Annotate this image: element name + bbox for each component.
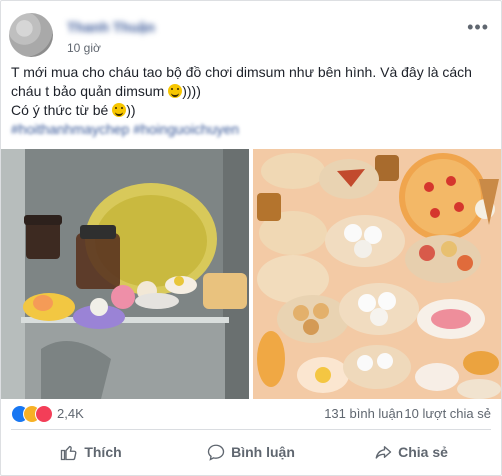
- fridge-illustration: [1, 149, 249, 399]
- post-hashtags[interactable]: #hoithanhmaychep #hoinguoichuyen: [11, 120, 491, 139]
- post-text-fragment: )))): [182, 83, 201, 99]
- post-text-line: Có ý thức từ bé )): [11, 101, 491, 120]
- smile-emoji-icon: [112, 103, 127, 117]
- author-avatar[interactable]: [9, 13, 53, 57]
- fridge-photo[interactable]: [1, 149, 249, 399]
- share-icon: [375, 446, 392, 459]
- more-options-icon[interactable]: •••: [467, 17, 489, 38]
- post-text: T mới mua cho cháu tao bộ đồ chơi dimsum…: [11, 63, 491, 139]
- dimsum-toys-illustration: [253, 149, 501, 399]
- share-button[interactable]: Chia sẻ: [331, 433, 491, 471]
- post-text-line: T mới mua cho cháu tao bộ đồ chơi dimsum…: [11, 64, 472, 80]
- post-time[interactable]: 10 giờ: [67, 41, 101, 55]
- post-text-fragment: Có ý thức từ bé: [11, 102, 109, 118]
- smile-emoji-icon: [168, 84, 183, 98]
- post-actions: Thích Bình luận Chia sẻ: [11, 433, 491, 471]
- post-text-fragment: )): [126, 102, 136, 118]
- share-button-label: Chia sẻ: [398, 444, 448, 460]
- author-name[interactable]: Thanh Thuận: [67, 19, 155, 35]
- post-text-line: cháu t bảo quản dimsum )))): [11, 82, 491, 101]
- comment-button-label: Bình luận: [231, 444, 295, 460]
- like-button[interactable]: Thích: [11, 433, 171, 471]
- share-count[interactable]: 10 lượt chia sẻ: [404, 406, 491, 421]
- thumbs-up-icon: [61, 445, 77, 461]
- post-text-fragment: cháu t bảo quản dimsum: [11, 83, 165, 99]
- love-reaction-icon[interactable]: [35, 405, 53, 423]
- post-stats: 2,4K 131 bình luận 10 lượt chia sẻ: [11, 403, 491, 425]
- post-photos: [1, 149, 501, 399]
- comment-icon: [207, 444, 225, 461]
- comment-button[interactable]: Bình luận: [171, 433, 331, 471]
- like-button-label: Thích: [84, 444, 122, 460]
- facebook-post-card: Thanh Thuận 10 giờ ••• T mới mua cho chá…: [0, 0, 502, 476]
- comment-count[interactable]: 131 bình luận: [324, 406, 403, 421]
- reaction-count[interactable]: 2,4K: [57, 406, 84, 421]
- dimsum-toys-photo[interactable]: [253, 149, 501, 399]
- post-header: Thanh Thuận 10 giờ •••: [9, 9, 489, 57]
- divider: [11, 429, 491, 430]
